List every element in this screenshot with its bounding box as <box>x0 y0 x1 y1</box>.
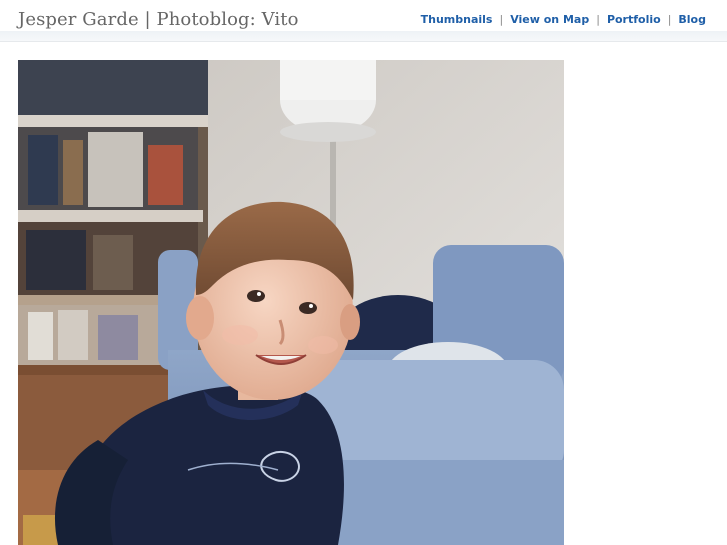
photo-illustration <box>18 60 564 545</box>
nav-separator: | <box>667 13 672 26</box>
header-band <box>0 31 727 42</box>
top-nav: Thumbnails | View on Map | Portfolio | B… <box>421 13 706 26</box>
nav-link-portfolio[interactable]: Portfolio <box>607 13 661 26</box>
nav-link-thumbnails[interactable]: Thumbnails <box>421 13 493 26</box>
nav-separator: | <box>499 13 504 26</box>
site-title: Jesper Garde | Photoblog: Vito <box>18 9 299 30</box>
main-photo[interactable] <box>18 60 564 545</box>
nav-link-blog[interactable]: Blog <box>678 13 706 26</box>
nav-link-view-on-map[interactable]: View on Map <box>510 13 589 26</box>
nav-separator: | <box>596 13 600 26</box>
